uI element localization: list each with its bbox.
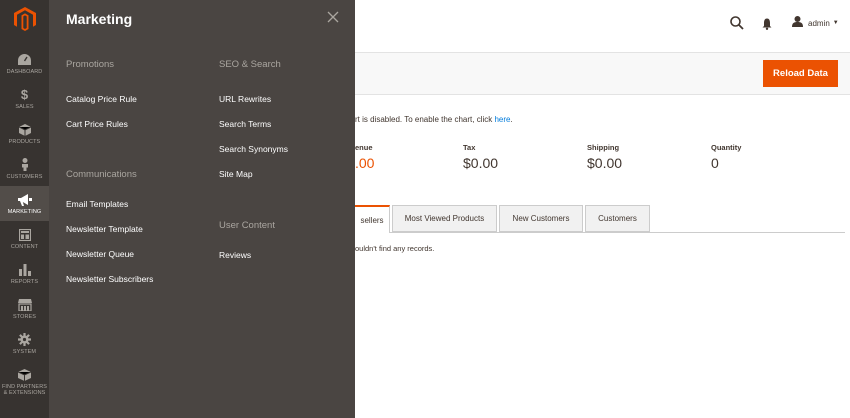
nav-item-marketing[interactable]: MARKETING bbox=[0, 186, 49, 221]
tab-new-customers[interactable]: New Customers bbox=[499, 205, 583, 232]
nav-item-reports[interactable]: REPORTS bbox=[0, 256, 49, 291]
nav-label: STORES bbox=[12, 313, 37, 320]
tab-bestsellers[interactable]: sellers bbox=[355, 205, 390, 233]
dollar-icon: $ bbox=[20, 87, 29, 102]
nav-label-line2: & EXTENSIONS bbox=[3, 390, 46, 396]
user-name: admin bbox=[808, 18, 830, 28]
empty-grid-message: ouldn't find any records. bbox=[355, 244, 435, 253]
search-icon[interactable] bbox=[730, 16, 744, 30]
bar-chart-icon bbox=[18, 263, 32, 277]
nav-item-system[interactable]: SYSTEM bbox=[0, 326, 49, 361]
section-title-seo-search: SEO & Search bbox=[219, 59, 281, 70]
menu-link-cart-price-rules[interactable]: Cart Price Rules bbox=[66, 112, 206, 137]
enable-chart-link[interactable]: here bbox=[494, 115, 510, 124]
stat-quantity: Quantity 0 bbox=[711, 143, 741, 171]
menu-link-site-map[interactable]: Site Map bbox=[219, 162, 359, 187]
box-icon bbox=[18, 123, 32, 137]
menu-link-url-rewrites[interactable]: URL Rewrites bbox=[219, 87, 359, 112]
flyout-title: Marketing bbox=[66, 11, 133, 27]
menu-link-reviews[interactable]: Reviews bbox=[219, 243, 359, 268]
chart-note-tail: . bbox=[510, 115, 513, 124]
left-nav: DASHBOARD $ SALES PRODUCTS CUSTOMERS MAR… bbox=[0, 0, 49, 418]
stat-label: Tax bbox=[463, 143, 476, 152]
nav-item-stores[interactable]: STORES bbox=[0, 291, 49, 326]
menu-link-catalog-price-rule[interactable]: Catalog Price Rule bbox=[66, 87, 206, 112]
nav-label: CUSTOMERS bbox=[6, 173, 43, 180]
menu-link-email-templates[interactable]: Email Templates bbox=[66, 192, 206, 217]
stat-value: $0.00 bbox=[587, 155, 623, 171]
bell-icon[interactable] bbox=[762, 17, 772, 30]
tab-customers[interactable]: Customers bbox=[585, 205, 650, 232]
close-icon[interactable] bbox=[327, 10, 339, 23]
user-menu[interactable]: admin ▼ bbox=[792, 14, 839, 32]
layout-icon bbox=[18, 228, 32, 242]
marketing-flyout: Marketing Promotions Catalog Price Rule … bbox=[49, 0, 355, 418]
nav-item-sales[interactable]: $ SALES bbox=[0, 81, 49, 116]
chevron-down-icon: ▼ bbox=[832, 20, 839, 26]
megaphone-icon bbox=[17, 193, 32, 207]
menu-link-newsletter-subscribers[interactable]: Newsletter Subscribers bbox=[66, 267, 206, 292]
nav-item-content[interactable]: CONTENT bbox=[0, 221, 49, 256]
tabs-divider bbox=[355, 232, 845, 233]
stat-value: 0 bbox=[711, 155, 719, 171]
stat-tax: Tax $0.00 bbox=[463, 143, 498, 171]
nav-item-dashboard[interactable]: DASHBOARD bbox=[0, 46, 49, 81]
tab-most-viewed-products[interactable]: Most Viewed Products bbox=[392, 205, 497, 232]
nav-label: MARKETING bbox=[7, 208, 42, 215]
flyout-column-2: SEO & Search URL Rewrites Search Terms S… bbox=[219, 58, 359, 268]
nav-label: REPORTS bbox=[10, 278, 39, 285]
dashboard-icon bbox=[18, 53, 32, 67]
person-icon bbox=[18, 158, 32, 172]
section-title-user-content: User Content bbox=[219, 220, 275, 231]
menu-link-search-terms[interactable]: Search Terms bbox=[219, 112, 359, 137]
chart-note-text: rt is disabled. To enable the chart, cli… bbox=[355, 115, 495, 124]
nav-item-customers[interactable]: CUSTOMERS bbox=[0, 151, 49, 186]
nav-label: SALES bbox=[15, 103, 34, 110]
store-icon bbox=[17, 298, 32, 312]
user-icon bbox=[792, 14, 803, 32]
admin-app: DASHBOARD $ SALES PRODUCTS CUSTOMERS MAR… bbox=[0, 0, 850, 418]
menu-link-newsletter-template[interactable]: Newsletter Template bbox=[66, 217, 206, 242]
gear-icon bbox=[18, 333, 32, 347]
reload-data-button[interactable]: Reload Data bbox=[763, 60, 838, 87]
chart-disabled-note: rt is disabled. To enable the chart, cli… bbox=[355, 115, 513, 124]
nav-label: PRODUCTS bbox=[8, 138, 41, 145]
magento-logo[interactable] bbox=[0, 0, 49, 38]
menu-link-search-synonyms[interactable]: Search Synonyms bbox=[219, 137, 359, 162]
nav-item-find-partners[interactable]: FIND PARTNERS & EXTENSIONS bbox=[0, 361, 49, 403]
flyout-column-1: Promotions Catalog Price Rule Cart Price… bbox=[66, 58, 206, 292]
section-title-promotions: Promotions bbox=[66, 59, 115, 70]
menu-link-newsletter-queue[interactable]: Newsletter Queue bbox=[66, 242, 206, 267]
nav-label: DASHBOARD bbox=[6, 68, 43, 75]
nav-label: SYSTEM bbox=[12, 348, 37, 355]
stat-value: $0.00 bbox=[463, 155, 499, 171]
stat-label: Quantity bbox=[711, 143, 742, 152]
cube-icon bbox=[18, 368, 32, 382]
nav-label: CONTENT bbox=[10, 243, 39, 250]
stat-label: Shipping bbox=[587, 143, 620, 152]
stat-shipping: Shipping $0.00 bbox=[587, 143, 622, 171]
section-title-communications: Communications bbox=[66, 169, 137, 180]
nav-item-products[interactable]: PRODUCTS bbox=[0, 116, 49, 151]
